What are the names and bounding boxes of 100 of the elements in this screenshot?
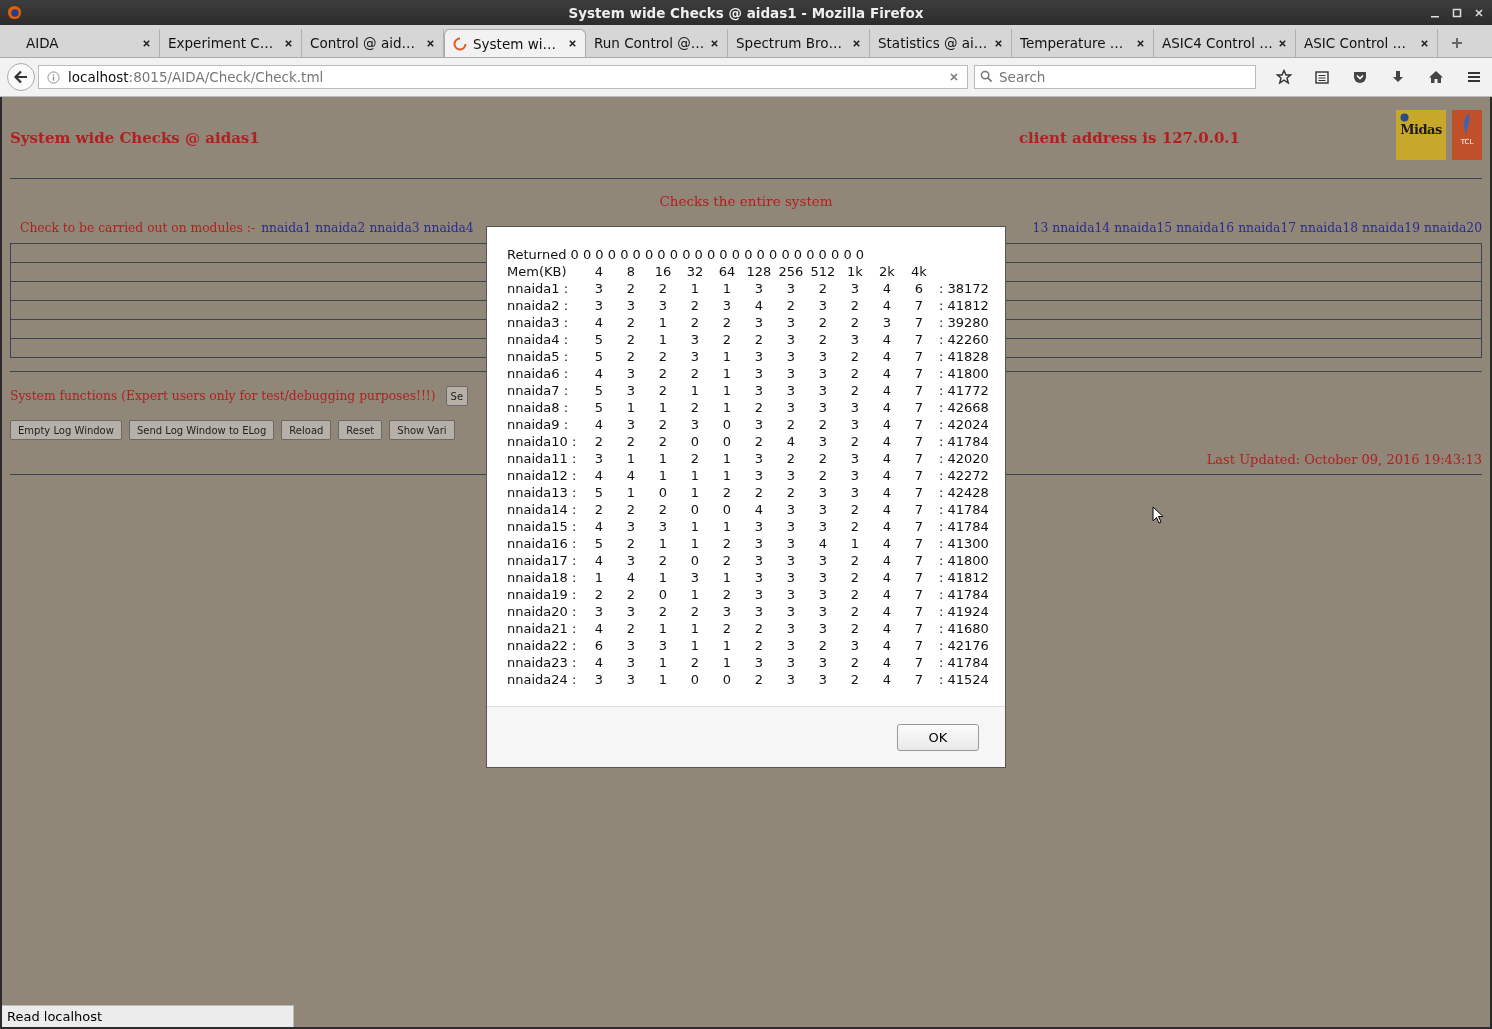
memory-total: : 42024: [938, 416, 989, 433]
count-value: 2: [721, 535, 733, 552]
close-tab-icon[interactable]: [284, 38, 293, 48]
count-value: 3: [785, 671, 797, 688]
back-button-icon[interactable]: [6, 62, 36, 92]
address-bar[interactable]: localhost:8015/AIDA/Check/Check.tml: [38, 65, 968, 89]
count-value: 2: [753, 637, 765, 654]
close-tab-icon[interactable]: [710, 38, 719, 48]
bookmark-star-icon[interactable]: [1276, 69, 1292, 85]
count-value: 1: [721, 365, 733, 382]
count-value: 0: [689, 501, 701, 518]
close-tab-icon[interactable]: [1420, 38, 1429, 48]
crest-icon: [1400, 113, 1409, 122]
count-value: 7: [913, 671, 925, 688]
system-functions-label: System functions (Expert users only for test/debugging purposes!!!): [10, 389, 436, 403]
count-value: 2: [753, 399, 765, 416]
close-tab-icon[interactable]: [142, 38, 151, 48]
count-value: 3: [785, 620, 797, 637]
count-value: 4: [593, 314, 605, 331]
page-title: System wide Checks @ aidas1: [10, 128, 260, 147]
maximize-icon[interactable]: [1452, 7, 1462, 18]
node-name: nnaida16 :: [507, 535, 578, 552]
count-value: 2: [817, 331, 829, 348]
count-value: 3: [817, 501, 829, 518]
close-tab-icon[interactable]: [1278, 38, 1287, 48]
count-value: 4: [881, 535, 893, 552]
count-value: 1: [657, 569, 669, 586]
reader-list-icon[interactable]: [1314, 69, 1330, 85]
action-button[interactable]: Send Log Window to ELog: [128, 420, 275, 440]
column-header: 8: [625, 263, 637, 280]
count-value: 2: [689, 450, 701, 467]
count-value: 4: [593, 620, 605, 637]
count-value: 0: [721, 671, 733, 688]
count-value: 2: [657, 603, 669, 620]
count-value: 2: [753, 671, 765, 688]
browser-tab[interactable]: Experiment C…: [160, 29, 302, 57]
count-value: 3: [817, 433, 829, 450]
close-icon[interactable]: [1474, 7, 1484, 18]
memory-total: : 42260: [938, 331, 989, 348]
count-value: 1: [689, 484, 701, 501]
count-value: 3: [817, 518, 829, 535]
count-value: 3: [817, 365, 829, 382]
count-value: 4: [593, 416, 605, 433]
node-name: nnaida22 :: [507, 637, 578, 654]
browser-tab[interactable]: Temperature …: [1012, 29, 1154, 57]
browser-tab[interactable]: System wi…: [444, 29, 586, 57]
node-name: nnaida19 :: [507, 586, 578, 603]
count-value: 3: [817, 603, 829, 620]
close-tab-icon[interactable]: [426, 38, 435, 48]
count-value: 3: [785, 365, 797, 382]
count-value: 7: [913, 620, 925, 637]
clear-icon[interactable]: [949, 72, 959, 82]
count-value: 3: [753, 467, 765, 484]
browser-tab[interactable]: AIDA: [18, 29, 160, 57]
count-value: 3: [849, 450, 861, 467]
node-name: nnaida18 :: [507, 569, 578, 586]
count-value: 2: [849, 433, 861, 450]
count-value: 2: [721, 552, 733, 569]
ok-button[interactable]: OK: [897, 723, 979, 751]
count-value: 2: [689, 603, 701, 620]
new-tab-icon[interactable]: [1450, 36, 1464, 50]
browser-tab[interactable]: ASIC Control …: [1296, 29, 1438, 57]
count-value: 3: [785, 637, 797, 654]
browser-tab[interactable]: ASIC4 Control …: [1154, 29, 1296, 57]
action-button[interactable]: Show Vari: [389, 420, 455, 440]
action-button[interactable]: Empty Log Window: [10, 420, 122, 440]
pocket-icon[interactable]: [1352, 69, 1368, 85]
system-button[interactable]: Se: [445, 386, 469, 406]
action-button[interactable]: Reload: [281, 420, 332, 440]
menu-icon[interactable]: [1466, 69, 1482, 85]
count-value: 3: [593, 450, 605, 467]
count-value: 0: [689, 671, 701, 688]
count-value: 4: [881, 586, 893, 603]
browser-tab[interactable]: Spectrum Bro…: [728, 29, 870, 57]
close-tab-icon[interactable]: [568, 39, 577, 48]
count-value: 2: [849, 518, 861, 535]
node-name: nnaida15 :: [507, 518, 578, 535]
count-value: 3: [849, 331, 861, 348]
action-button[interactable]: Reset: [338, 420, 383, 440]
count-value: 3: [753, 603, 765, 620]
count-value: 1: [689, 280, 701, 297]
browser-tab[interactable]: Statistics @ ai…: [870, 29, 1012, 57]
count-value: 4: [593, 467, 605, 484]
count-value: 1: [657, 535, 669, 552]
browser-logo-icon: [7, 5, 22, 20]
count-value: 4: [881, 620, 893, 637]
count-value: 3: [753, 348, 765, 365]
memory-total: : 41828: [938, 348, 989, 365]
close-tab-icon[interactable]: [994, 38, 1003, 48]
close-tab-icon[interactable]: [1136, 38, 1145, 48]
search-field[interactable]: Search: [974, 65, 1256, 89]
close-tab-icon[interactable]: [852, 38, 861, 48]
home-icon[interactable]: [1428, 69, 1444, 85]
node-name: nnaida11 :: [507, 450, 578, 467]
count-value: 7: [913, 399, 925, 416]
count-value: 3: [753, 654, 765, 671]
browser-tab[interactable]: Run Control @…: [586, 29, 728, 57]
count-value: 5: [593, 382, 605, 399]
column-header: 512: [809, 263, 837, 280]
window-title: System wide Checks @ aidas1 - Mozilla Firefox: [567, 4, 925, 21]
